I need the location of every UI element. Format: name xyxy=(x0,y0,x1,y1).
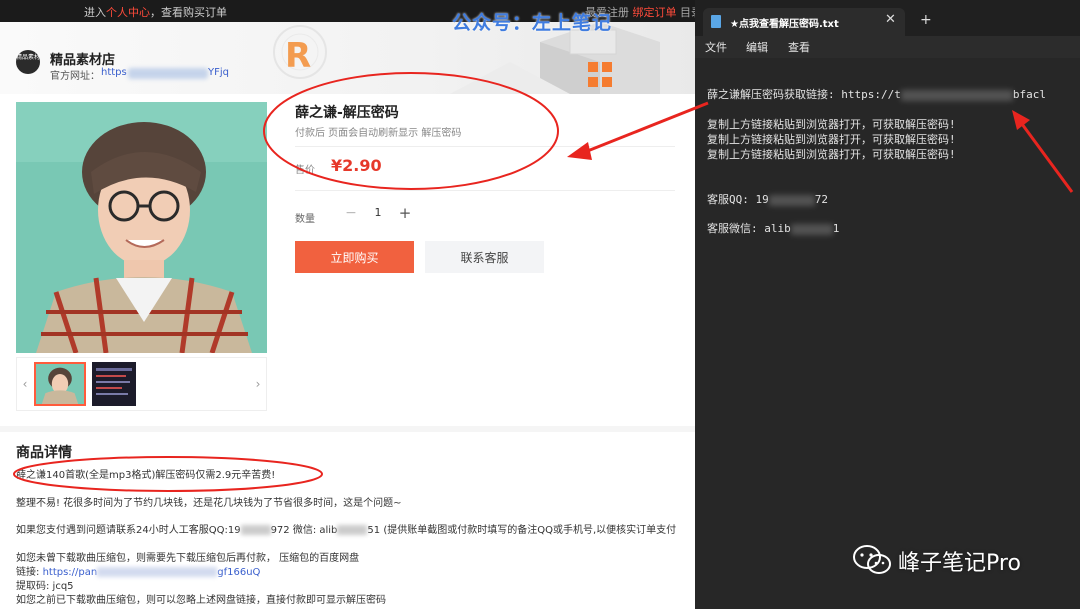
np-line-6: 客服微信: alib 1 xyxy=(707,222,840,235)
close-icon[interactable]: ✕ xyxy=(885,12,896,27)
bind-order-link[interactable]: 绑定订单 xyxy=(633,6,677,19)
divider xyxy=(295,146,675,147)
svg-text:R: R xyxy=(285,36,311,76)
redacted-wechat xyxy=(790,223,833,235)
price-value: ¥2.90 xyxy=(331,156,382,175)
shop-url-end[interactable]: YFjq xyxy=(208,67,229,78)
np-line-5: 客服QQ: 19 72 xyxy=(707,193,828,206)
np-line-1: 薛之谦解压密码获取链接: https://t bfacl xyxy=(707,88,1046,101)
product-title: 薛之谦-解压密码 xyxy=(295,105,399,121)
quantity-label: 数量 xyxy=(295,214,315,225)
product-subtitle: 付款后 页面会自动刷新显示 解压密码 xyxy=(295,128,462,139)
details-line-1: 薛之谦140首歌(全是mp3格式)解压密码仅需2.9元辛苦费! xyxy=(16,470,276,481)
shop-url-link[interactable]: https xyxy=(101,67,127,78)
menu-file[interactable]: 文件 xyxy=(705,39,727,55)
thumbnail-2[interactable] xyxy=(92,362,136,406)
user-center-link[interactable]: 个人中心 xyxy=(106,6,150,19)
file-icon xyxy=(711,15,721,28)
details-line-6: 提取码: jcq5 xyxy=(16,581,74,592)
redacted-wechat xyxy=(337,525,368,535)
shop-page: 进入个人中心，查看购买订单 最爱注册 绑定订单 目录 精品素材 精品素材店 官方… xyxy=(0,0,695,609)
product-details: 商品详情 薛之谦140首歌(全是mp3格式)解压密码仅需2.9元辛苦费! 整理不… xyxy=(0,432,695,609)
redacted-qq xyxy=(240,525,271,535)
contact-service-button[interactable]: 联系客服 xyxy=(425,241,544,273)
notepad-text-area[interactable]: 薛之谦解压密码获取链接: https://t bfacl 复制上方链接粘贴到浏览器… xyxy=(695,58,1080,609)
new-tab-button[interactable]: + xyxy=(920,12,932,28)
price-label: 售价 xyxy=(295,165,315,176)
brand-text: 峰子笔记Pro xyxy=(898,551,1021,576)
quantity-input[interactable]: 1 xyxy=(368,206,388,222)
details-line-4: 如您未曾下载歌曲压缩包，则需要先下载压缩包后再付款， 压缩包的百度网盘 xyxy=(16,553,360,564)
notepad-titlebar: ★点我查看解压密码.txt ✕ + xyxy=(695,0,1080,36)
shop-logo: 精品素材 xyxy=(16,50,40,74)
thumbnail-1[interactable] xyxy=(34,362,86,406)
details-line-3: 如果您支付遇到问题请联系24小时人工客服QQ:19 972 微信: alib 51 … xyxy=(16,525,677,536)
np-line-2: 复制上方链接粘贴到浏览器打开，可获取解压密码! xyxy=(707,118,956,131)
quantity-minus-button[interactable]: − xyxy=(343,204,359,222)
menu-view[interactable]: 查看 xyxy=(788,39,810,55)
np-line-4: 复制上方链接粘贴到浏览器打开，可获取解压密码! xyxy=(707,148,956,161)
details-heading: 商品详情 xyxy=(16,445,72,461)
details-line-2: 整理不易! 花很多时间为了节约几块钱，还是花几块钱为了节省很多时间，这是个问题~ xyxy=(16,498,402,509)
np-line-3: 复制上方链接粘贴到浏览器打开，可获取解压密码! xyxy=(707,133,956,146)
redacted-qq xyxy=(768,194,815,206)
redacted-link xyxy=(97,567,218,577)
notepad-tab[interactable]: ★点我查看解压密码.txt ✕ xyxy=(703,8,905,36)
product-main-image[interactable] xyxy=(16,102,267,353)
shop-url-label: 官方网址： xyxy=(50,71,100,82)
redacted-link xyxy=(900,89,1013,101)
redacted-url xyxy=(128,68,208,79)
details-line-5: 链接: https://pan gf166uQ xyxy=(16,567,261,578)
quantity-plus-button[interactable]: + xyxy=(396,204,414,222)
thumbnail-strip: ‹ › xyxy=(16,357,267,411)
divider xyxy=(295,190,675,191)
buy-now-button[interactable]: 立即购买 xyxy=(295,241,414,273)
topbar-right-suffix: 目录 xyxy=(680,6,695,19)
notepad-window: ★点我查看解压密码.txt ✕ + 文件 编辑 查看 薛之谦解压密码获取链接: … xyxy=(695,0,1080,609)
notepad-menu: 文件 编辑 查看 xyxy=(695,36,1080,58)
thumb-prev-button[interactable]: ‹ xyxy=(17,358,33,410)
menu-edit[interactable]: 编辑 xyxy=(746,39,768,55)
details-line-7: 如您之前已下载歌曲压缩包，则可以忽略上述网盘链接，直接付款即可显示解压密码 xyxy=(16,595,386,606)
pan-link-end[interactable]: gf166uQ xyxy=(217,567,260,578)
product-panel: ‹ › 薛之谦-解压密码 付款后 页面会自动刷新显示 解压密码 售价 ¥2.90 xyxy=(0,94,695,426)
topbar-prefix: 进入 xyxy=(84,6,106,19)
shop-name: 精品素材店 xyxy=(50,53,116,68)
tab-title: ★点我查看解压密码.txt xyxy=(730,19,839,30)
thumb-next-button[interactable]: › xyxy=(250,358,266,410)
watermark: 公众号：左上笔记 xyxy=(452,12,613,34)
wechat-icon xyxy=(853,545,891,574)
topbar-suffix: ，查看购买订单 xyxy=(150,6,227,19)
